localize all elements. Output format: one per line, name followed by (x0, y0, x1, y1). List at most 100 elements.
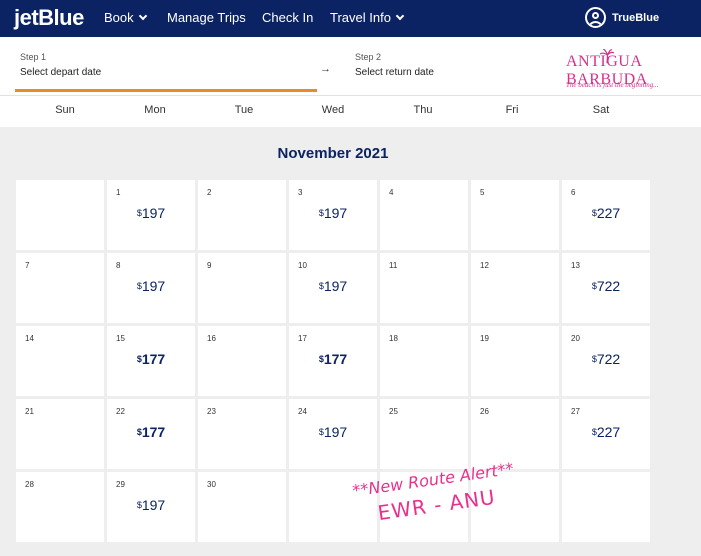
calendar-day-20[interactable]: 20 $722 (562, 326, 650, 396)
step2-return-date[interactable]: Select return date (355, 67, 434, 78)
fare-amount: 227 (596, 205, 621, 221)
day-number: 10 (298, 261, 307, 270)
day-number: 25 (389, 407, 398, 416)
fare-price: $197 (107, 205, 195, 221)
day-number: 18 (389, 334, 398, 343)
nav-manage-trips[interactable]: Manage Trips (167, 10, 246, 25)
day-number: 8 (116, 261, 121, 270)
calendar-day-28[interactable]: 28 (16, 472, 104, 542)
calendar-day-2[interactable]: 2 (198, 180, 286, 250)
calendar-day-25[interactable]: 25 (380, 399, 468, 469)
calendar-day-19[interactable]: 19 (471, 326, 559, 396)
day-number: 14 (25, 334, 34, 343)
day-number: 28 (25, 480, 34, 489)
weekday-mon: Mon (144, 104, 166, 116)
day-number: 30 (207, 480, 216, 489)
active-step-indicator (15, 89, 317, 92)
trueblue-link[interactable]: TrueBlue (612, 12, 659, 24)
calendar-day-22[interactable]: 22 $177 (107, 399, 195, 469)
calendar-day-8[interactable]: 8 $197 (107, 253, 195, 323)
day-number: 5 (480, 188, 485, 197)
currency-symbol: $ (136, 500, 142, 510)
jetblue-logo[interactable]: jetBlue (14, 5, 84, 31)
month-title: November 2021 (277, 145, 389, 162)
weekday-sat: Sat (592, 104, 610, 116)
calendar-day-21[interactable]: 21 (16, 399, 104, 469)
day-number: 27 (571, 407, 580, 416)
weekday-tue: Tue (234, 104, 254, 116)
calendar-day-15[interactable]: 15 $177 (107, 326, 195, 396)
day-number: 24 (298, 407, 307, 416)
currency-symbol: $ (591, 208, 597, 218)
top-nav: jetBlue Book Manage Trips Check In Trave… (0, 0, 701, 37)
day-number: 21 (25, 407, 34, 416)
currency-symbol: $ (136, 427, 142, 437)
calendar-empty-cell (16, 180, 104, 250)
lowest-fare: $177 (107, 424, 195, 440)
fare-price: $197 (107, 497, 195, 513)
fare-amount: 227 (596, 424, 621, 440)
calendar-day-1[interactable]: 1 $197 (107, 180, 195, 250)
calendar-day-14[interactable]: 14 (16, 326, 104, 396)
day-number: 4 (389, 188, 394, 197)
ad-tagline: The beach is just the beginning... (566, 81, 659, 89)
user-account-icon[interactable] (585, 7, 606, 28)
fare-amount: 177 (141, 424, 166, 440)
calendar-day-29[interactable]: 29 $197 (107, 472, 195, 542)
fare-amount: 197 (141, 278, 166, 294)
antigua-barbuda-ad[interactable]: ANTIGUA BARBUDA The beach is just the be… (560, 49, 680, 91)
nav-travel-info-label: Travel Info (330, 10, 391, 25)
calendar-day-7[interactable]: 7 (16, 253, 104, 323)
fare-amount: 197 (323, 424, 348, 440)
day-number: 23 (207, 407, 216, 416)
chevron-down-icon (138, 11, 147, 21)
calendar-day-9[interactable]: 9 (198, 253, 286, 323)
calendar-day-5[interactable]: 5 (471, 180, 559, 250)
fare-amount: 722 (596, 351, 621, 367)
calendar-day-13[interactable]: 13 $722 (562, 253, 650, 323)
fare-amount: 722 (596, 278, 621, 294)
calendar-day-4[interactable]: 4 (380, 180, 468, 250)
lowest-fare: $177 (107, 351, 195, 367)
step1-label: Step 1 (20, 52, 47, 62)
day-number: 16 (207, 334, 216, 343)
calendar-day-17[interactable]: 17 $177 (289, 326, 377, 396)
nav-travel-info[interactable]: Travel Info (330, 10, 405, 25)
calendar-day-6[interactable]: 6 $227 (562, 180, 650, 250)
calendar-day-12[interactable]: 12 (471, 253, 559, 323)
fare-amount: 177 (141, 351, 166, 367)
calendar-day-3[interactable]: 3 $197 (289, 180, 377, 250)
fare-price: $227 (562, 205, 650, 221)
fare-price: $227 (562, 424, 650, 440)
step1-depart-date[interactable]: Select depart date (20, 67, 101, 78)
day-number: 11 (389, 261, 398, 270)
day-number: 26 (480, 407, 489, 416)
day-number: 9 (207, 261, 212, 270)
day-number: 6 (571, 188, 576, 197)
step2-label: Step 2 (355, 52, 382, 62)
day-number: 12 (480, 261, 489, 270)
day-number: 29 (116, 480, 125, 489)
calendar-day-16[interactable]: 16 (198, 326, 286, 396)
fare-amount: 177 (323, 351, 348, 367)
nav-book[interactable]: Book (104, 10, 147, 25)
day-number: 7 (25, 261, 30, 270)
currency-symbol: $ (136, 354, 142, 364)
calendar-day-10[interactable]: 10 $197 (289, 253, 377, 323)
calendar-day-30[interactable]: 30 (198, 472, 286, 542)
day-number: 17 (298, 334, 307, 343)
day-number: 1 (116, 188, 121, 197)
currency-symbol: $ (318, 354, 324, 364)
calendar-day-27[interactable]: 27 $227 (562, 399, 650, 469)
calendar-day-18[interactable]: 18 (380, 326, 468, 396)
fare-price: $197 (107, 278, 195, 294)
nav-check-in[interactable]: Check In (262, 10, 313, 25)
currency-symbol: $ (318, 427, 324, 437)
fare-price: $722 (562, 278, 650, 294)
weekday-wed: Wed (321, 104, 345, 116)
calendar-day-11[interactable]: 11 (380, 253, 468, 323)
fare-amount: 197 (141, 497, 166, 513)
calendar-empty-cell (562, 472, 650, 542)
calendar-day-24[interactable]: 24 $197 (289, 399, 377, 469)
calendar-day-23[interactable]: 23 (198, 399, 286, 469)
